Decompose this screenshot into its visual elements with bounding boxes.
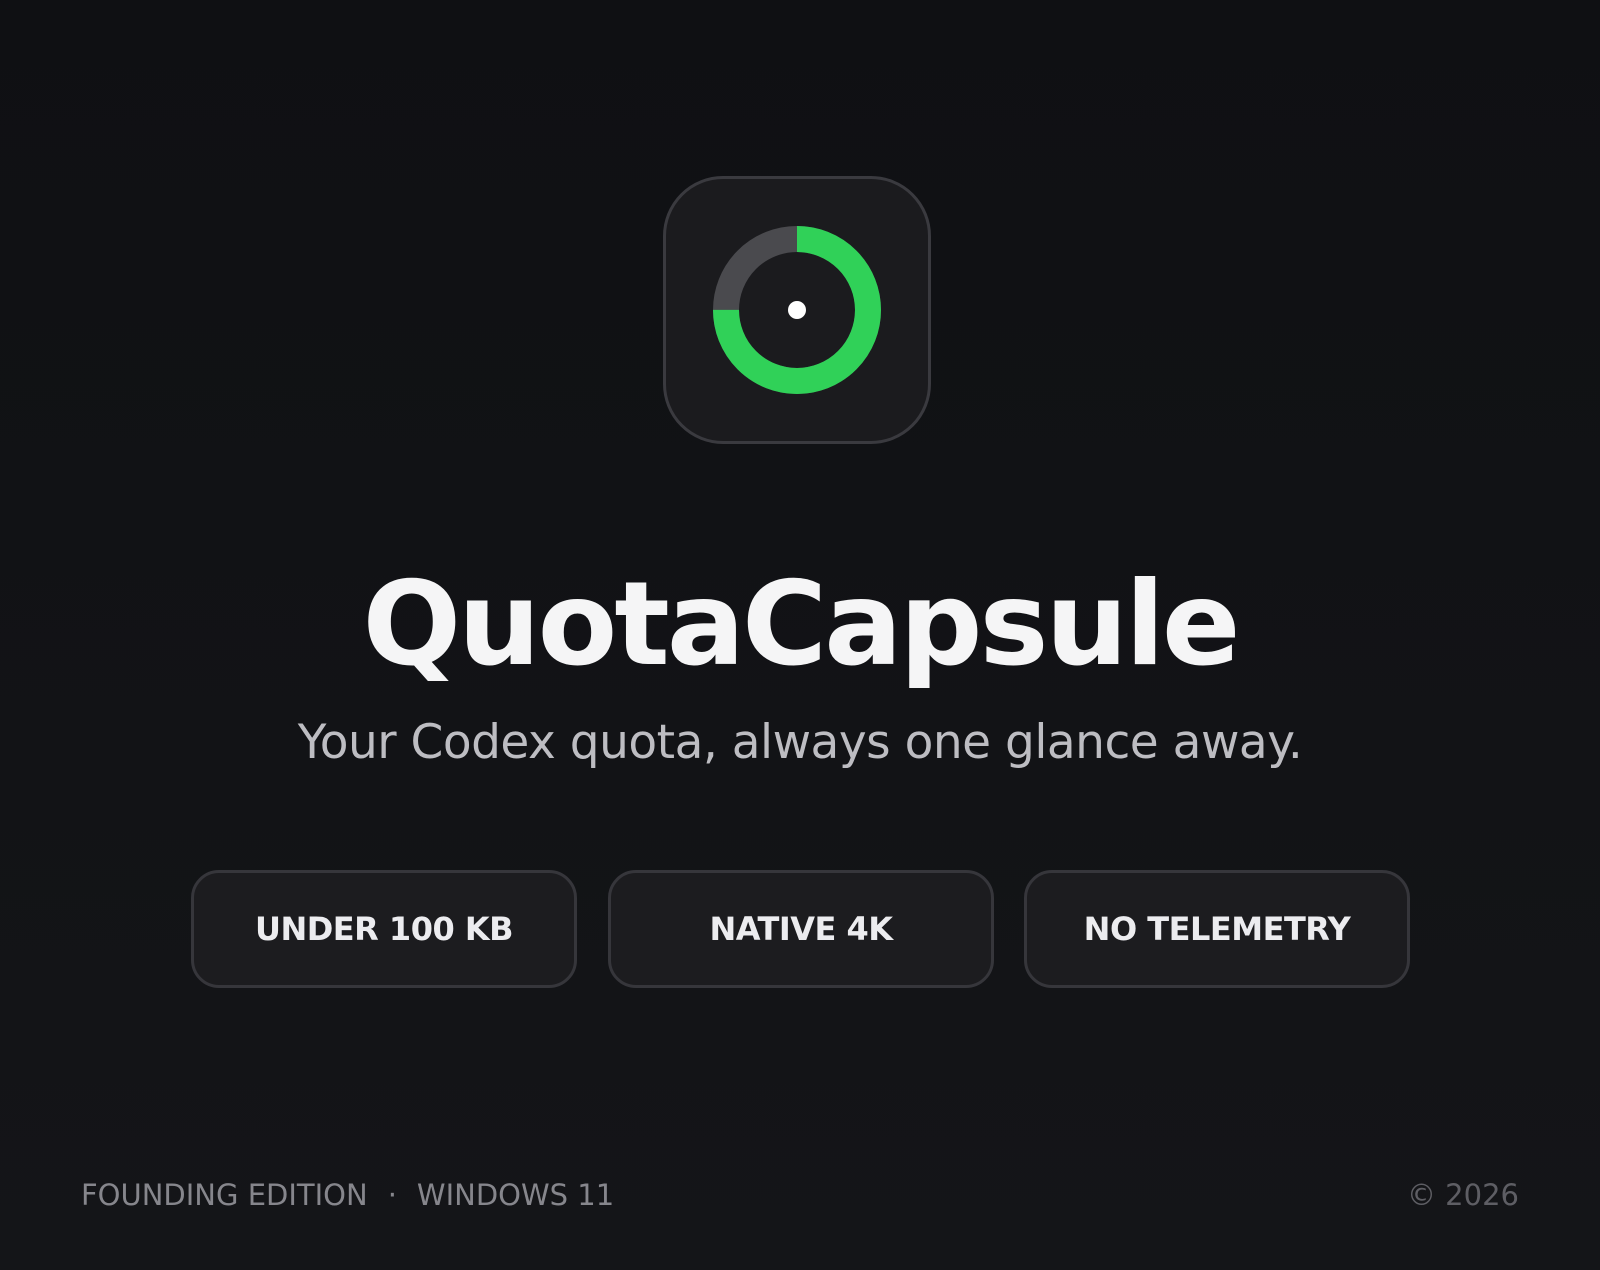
app-title: QuotaCapsule [362,557,1240,692]
quota-ring-icon [713,226,881,394]
footer-edition-info: FOUNDING EDITION · WINDOWS 11 [81,1178,614,1212]
app-icon [663,176,931,444]
badge-resolution: NATIVE 4K [608,870,994,988]
ring-center-dot [788,301,806,319]
copyright: © 2026 [1406,1178,1519,1212]
footer-separator: · [387,1178,397,1212]
badge-size: UNDER 100 KB [191,870,577,988]
badge-privacy: NO TELEMETRY [1024,870,1410,988]
app-tagline: Your Codex quota, always one glance away… [297,715,1303,770]
platform-label: WINDOWS 11 [416,1178,615,1212]
edition-label: FOUNDING EDITION [81,1178,368,1212]
